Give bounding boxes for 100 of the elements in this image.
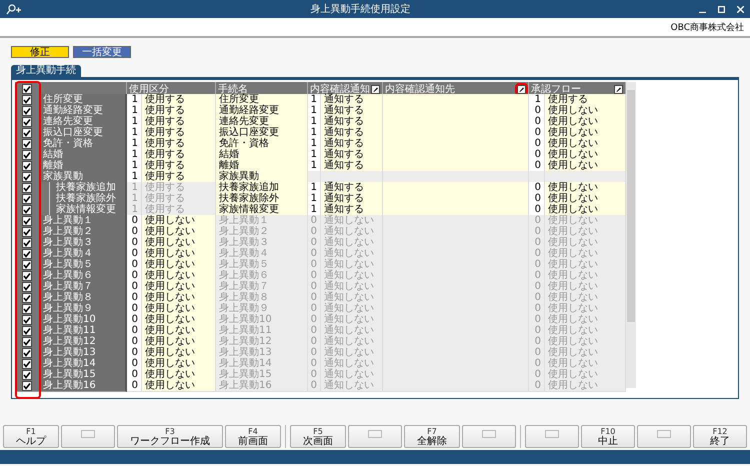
function-key[interactable]: F1 ヘルプ <box>3 425 59 448</box>
function-key[interactable]: F10 中止 <box>581 425 635 448</box>
table-cell: 通知しない <box>321 259 383 271</box>
row-header: 身上異動５ <box>39 259 127 271</box>
table-cell: 1 <box>308 204 321 216</box>
edit-icon[interactable] <box>371 84 380 94</box>
checkbox[interactable] <box>22 94 32 104</box>
checkbox[interactable] <box>22 270 32 280</box>
table-cell: 使用しない <box>545 105 626 117</box>
table-cell: 0 <box>529 347 545 359</box>
checkbox[interactable] <box>22 226 32 236</box>
table-cell: 0 <box>308 270 321 282</box>
checkbox[interactable] <box>22 314 32 324</box>
checkbox[interactable] <box>22 84 32 94</box>
function-key[interactable]: F3 ワークフロー作成 <box>117 425 223 448</box>
checkbox[interactable] <box>22 292 32 302</box>
function-key[interactable]: F5 次画面 <box>290 425 346 448</box>
table-cell: 1 <box>308 105 321 117</box>
table-cell: 0 <box>529 182 545 194</box>
checkbox[interactable] <box>22 260 32 270</box>
table-cell: 通知しない <box>321 369 383 381</box>
table-cell: 使用しない <box>142 248 216 260</box>
checkbox[interactable] <box>22 304 32 314</box>
table-cell: 0 <box>308 226 321 238</box>
table-cell <box>321 171 383 183</box>
table-cell: 0 <box>529 204 545 216</box>
checkbox[interactable] <box>22 336 32 346</box>
function-key[interactable]: F7 全解除 <box>404 425 460 448</box>
scrollbar[interactable] <box>626 82 636 388</box>
table-cell: 1 <box>308 182 321 194</box>
table-cell: 身上異動１ <box>216 215 308 227</box>
column-header: 承認フロー <box>531 82 581 95</box>
table-cell: 使用しない <box>142 347 216 359</box>
checkbox[interactable] <box>22 348 32 358</box>
table-cell: 通知する <box>321 105 383 117</box>
table-cell: 0 <box>529 259 545 271</box>
table-cell: 通知しない <box>321 303 383 315</box>
toolbar-button[interactable]: 一括変更 <box>73 46 131 58</box>
checkbox[interactable] <box>22 204 32 214</box>
table-cell: 通知しない <box>321 215 383 227</box>
table-cell: 1 <box>127 204 142 216</box>
table-cell: 0 <box>529 116 545 128</box>
table-cell: 0 <box>308 259 321 271</box>
table-cell: 使用しない <box>142 314 216 326</box>
table-cell: 使用しない <box>545 292 626 304</box>
table-cell: 1 <box>308 127 321 139</box>
checkbox[interactable] <box>22 358 32 368</box>
close-icon[interactable] <box>737 6 744 12</box>
table-cell: 0 <box>127 336 142 348</box>
table-cell: 0 <box>529 292 545 304</box>
maximize-icon[interactable] <box>718 6 725 12</box>
table-cell: 通知しない <box>321 358 383 370</box>
checkbox[interactable] <box>22 282 32 292</box>
zoom-in-icon[interactable] <box>6 4 22 14</box>
edit-icon[interactable] <box>614 84 623 94</box>
checkbox[interactable] <box>22 128 32 138</box>
table-cell: 0 <box>529 193 545 205</box>
table-cell: 免許・資格 <box>216 138 308 150</box>
window-title: 身上異動手続使用設定 <box>310 2 412 16</box>
tab[interactable]: 身上異動手続 <box>11 65 81 77</box>
company-name: OBC商事株式会社 <box>670 22 744 34</box>
table-cell: 使用する <box>142 127 216 139</box>
checkbox[interactable] <box>22 106 32 116</box>
checkbox[interactable] <box>22 326 32 336</box>
table-cell: 0 <box>529 160 545 172</box>
checkbox[interactable] <box>22 138 32 148</box>
table-cell: 通知する <box>321 160 383 172</box>
table-cell: 身上異動12 <box>216 336 308 348</box>
table-cell: 通知する <box>321 94 383 106</box>
table-cell: 使用する <box>142 160 216 172</box>
row-header: 扶養家族追加 <box>50 182 127 194</box>
table-cell: 1 <box>308 149 321 161</box>
table-cell: 0 <box>308 303 321 315</box>
table-cell: 0 <box>127 380 142 392</box>
checkbox[interactable] <box>22 116 32 126</box>
table-cell: 使用しない <box>545 369 626 381</box>
table-cell: 使用しない <box>545 347 626 359</box>
edit-icon[interactable] <box>517 84 526 94</box>
checkbox[interactable] <box>22 194 32 204</box>
table-cell: 0 <box>308 369 321 381</box>
checkbox[interactable] <box>22 150 32 160</box>
table-cell: 使用する <box>142 94 216 106</box>
table-cell: 使用しない <box>142 215 216 227</box>
table-cell: 0 <box>529 149 545 161</box>
checkbox[interactable] <box>22 160 32 170</box>
toolbar-button[interactable]: 修正 <box>11 46 69 58</box>
checkbox[interactable] <box>22 172 32 182</box>
table-cell: 1 <box>308 116 321 128</box>
table-cell: 1 <box>308 138 321 150</box>
checkbox[interactable] <box>22 370 32 380</box>
row-header: 身上異動４ <box>39 248 127 260</box>
function-key[interactable]: F4 前画面 <box>225 425 281 448</box>
checkbox[interactable] <box>22 216 32 226</box>
checkbox[interactable] <box>22 380 32 390</box>
table-cell: 0 <box>529 336 545 348</box>
checkbox[interactable] <box>22 182 32 192</box>
checkbox[interactable] <box>22 238 32 248</box>
function-key[interactable]: F12 終了 <box>693 425 747 448</box>
checkbox[interactable] <box>22 248 32 258</box>
row-header: 身上異動７ <box>39 281 127 293</box>
